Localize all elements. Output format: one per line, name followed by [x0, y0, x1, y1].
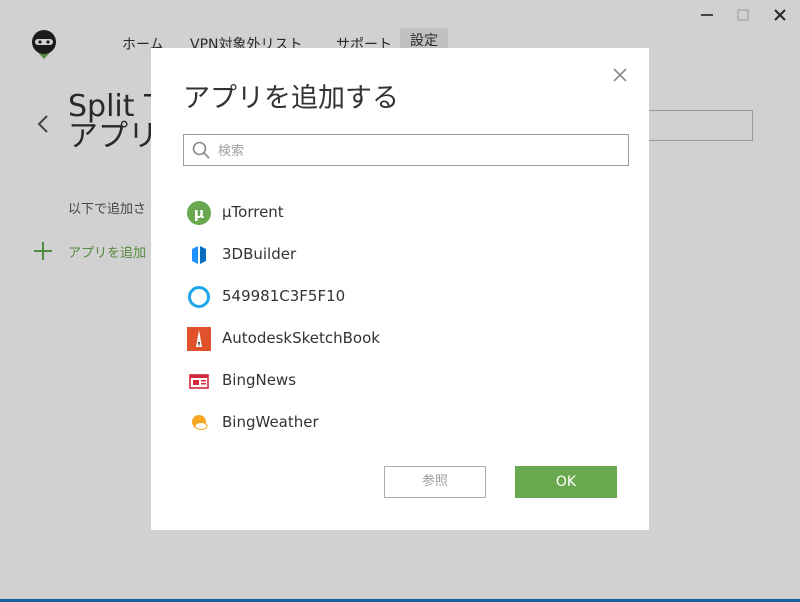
- app-label: BingNews: [222, 371, 297, 389]
- search-input[interactable]: [216, 138, 620, 164]
- app-list-item-3dbuilder[interactable]: 3DBuilder: [187, 240, 607, 270]
- app-label: 549981C3F5F10: [222, 287, 346, 305]
- app-label: AutodeskSketchBook: [222, 329, 380, 347]
- add-app-dialog: アプリを追加する µ µTorrent 3DBuild: [151, 48, 649, 530]
- browse-button[interactable]: 参照: [384, 466, 486, 498]
- dialog-close-icon[interactable]: [611, 66, 629, 84]
- svg-text:µ: µ: [194, 206, 204, 222]
- cortana-ring-icon: [188, 286, 210, 308]
- app-list-item-bingweather[interactable]: BingWeather: [187, 408, 607, 438]
- utorrent-icon: µ: [187, 201, 211, 225]
- app-list-item-utorrent[interactable]: µ µTorrent: [187, 198, 607, 228]
- app-list-item-bingnews[interactable]: BingNews: [187, 366, 607, 396]
- app-list-item-549981c3f5f10[interactable]: 549981C3F5F10: [187, 282, 607, 312]
- app-label: 3DBuilder: [222, 245, 297, 263]
- app-label: BingWeather: [222, 413, 319, 431]
- 3dbuilder-icon: [192, 246, 206, 264]
- ok-button[interactable]: OK: [515, 466, 617, 498]
- search-box: [183, 134, 629, 166]
- sketchbook-icon: [187, 327, 211, 351]
- dialog-title: アプリを追加する: [183, 83, 399, 114]
- app-label: µTorrent: [222, 203, 284, 221]
- search-icon: [192, 141, 210, 159]
- bingnews-icon: [189, 374, 209, 389]
- app-list-item-autodesksketchbook[interactable]: AutodeskSketchBook: [187, 324, 607, 354]
- app-window: ホーム VPN対象外リスト サポート 設定 Split T アプリ 以下で追加さ…: [0, 0, 800, 602]
- bingweather-icon: [192, 415, 208, 430]
